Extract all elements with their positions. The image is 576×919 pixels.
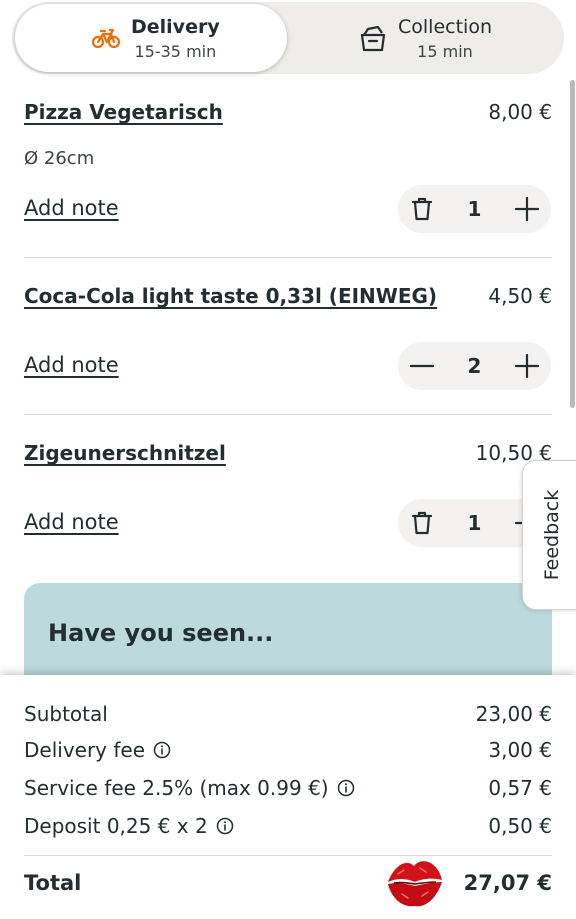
delivery-fee-row: Delivery fee 3,00 € bbox=[24, 738, 552, 768]
trash-icon bbox=[411, 197, 433, 221]
quantity-stepper: 1 bbox=[398, 185, 551, 233]
increase-quantity-button[interactable] bbox=[503, 185, 551, 233]
collection-label: Collection bbox=[398, 16, 492, 38]
takeaway-bag-icon bbox=[360, 25, 386, 52]
add-note-link[interactable]: Add note bbox=[24, 353, 119, 377]
quantity-value: 1 bbox=[467, 511, 482, 535]
collection-text: Collection 15 min bbox=[398, 15, 492, 63]
delivery-text: Delivery 15-35 min bbox=[131, 15, 220, 63]
quantity-value: 2 bbox=[467, 354, 482, 378]
info-icon[interactable] bbox=[337, 779, 355, 797]
plus-icon bbox=[514, 353, 540, 379]
item-name[interactable]: Pizza Vegetarisch bbox=[24, 100, 223, 124]
remove-item-button[interactable] bbox=[398, 185, 446, 233]
subtotal-label: Subtotal bbox=[24, 702, 108, 726]
trash-icon bbox=[411, 511, 433, 535]
remove-item-button[interactable] bbox=[398, 499, 446, 547]
feedback-tab[interactable]: Feedback bbox=[522, 460, 576, 610]
delivery-option[interactable]: Delivery 15-35 min bbox=[15, 4, 287, 72]
service-fee-row: Service fee 2.5% (max 0.99 €) 0,57 € bbox=[24, 776, 552, 806]
item-name[interactable]: Zigeunerschnitzel bbox=[24, 441, 226, 465]
plus-icon bbox=[514, 196, 540, 222]
feedback-label: Feedback bbox=[541, 489, 563, 581]
item-detail: Ø 26cm bbox=[24, 148, 95, 169]
info-icon[interactable] bbox=[216, 817, 234, 835]
delivery-time: 15-35 min bbox=[134, 42, 217, 61]
add-note-link[interactable]: Add note bbox=[24, 196, 119, 220]
bicycle-icon bbox=[91, 28, 121, 49]
deposit-row: Deposit 0,25 € x 2 0,50 € bbox=[24, 814, 552, 844]
summary-divider bbox=[24, 855, 552, 856]
subtotal-row: Subtotal 23,00 € bbox=[24, 702, 552, 732]
delivery-fee-label: Delivery fee bbox=[24, 738, 146, 762]
decrease-quantity-button[interactable] bbox=[398, 342, 446, 390]
item-price: 4,50 € bbox=[488, 284, 552, 308]
total-row: Total 27,07 € bbox=[24, 871, 552, 895]
quantity-value: 1 bbox=[467, 197, 482, 221]
item-divider bbox=[24, 414, 552, 415]
lips-sticker-icon bbox=[388, 861, 442, 907]
item-price: 8,00 € bbox=[488, 100, 552, 124]
increase-quantity-button[interactable] bbox=[503, 342, 551, 390]
collection-time: 15 min bbox=[417, 42, 473, 61]
service-fee-label: Service fee 2.5% (max 0.99 €) bbox=[24, 776, 329, 800]
deposit-label: Deposit 0,25 € x 2 bbox=[24, 814, 208, 838]
delivery-fee-value: 3,00 € bbox=[488, 738, 552, 762]
item-divider bbox=[24, 257, 552, 258]
info-icon[interactable] bbox=[153, 741, 171, 759]
quantity-stepper: 2 bbox=[398, 342, 551, 390]
minus-icon bbox=[409, 364, 435, 368]
scrollbar-thumb[interactable] bbox=[570, 80, 575, 408]
fulfilment-toggle: Delivery 15-35 min Collection 15 min bbox=[12, 2, 564, 74]
total-value: 27,07 € bbox=[463, 871, 552, 895]
order-summary: Subtotal 23,00 € Delivery fee 3,00 € Ser… bbox=[0, 675, 576, 919]
item-name[interactable]: Coca-Cola light taste 0,33l (EINWEG) bbox=[24, 284, 437, 308]
service-fee-value: 0,57 € bbox=[488, 776, 552, 800]
subtotal-value: 23,00 € bbox=[475, 702, 552, 726]
total-label: Total bbox=[24, 871, 82, 895]
delivery-label: Delivery bbox=[131, 16, 220, 38]
collection-option[interactable]: Collection 15 min bbox=[294, 4, 562, 72]
deposit-value: 0,50 € bbox=[488, 814, 552, 838]
promo-title: Have you seen... bbox=[48, 619, 274, 647]
add-note-link[interactable]: Add note bbox=[24, 510, 119, 534]
